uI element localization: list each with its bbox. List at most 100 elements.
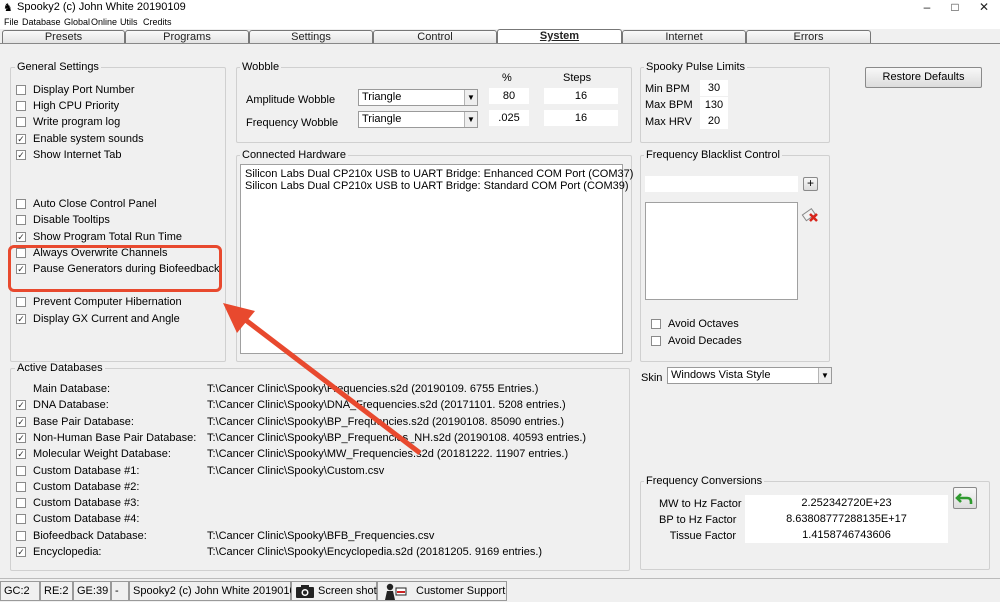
- setting-checkbox[interactable]: [16, 101, 26, 111]
- status-dash: -: [111, 581, 129, 601]
- restore-defaults-button[interactable]: Restore Defaults: [865, 67, 982, 88]
- status-ge: GE:39: [73, 581, 111, 601]
- database-checkbox[interactable]: ✓: [16, 449, 26, 460]
- annotation-highlight-box: [8, 245, 222, 292]
- avoid-octaves-checkbox[interactable]: [651, 319, 661, 329]
- database-label: Custom Database #4:: [33, 513, 140, 526]
- setting-label: Show Program Total Run Time: [33, 231, 182, 243]
- skin-select[interactable]: Windows Vista Style ▼: [667, 367, 832, 384]
- bp-to-hz-label: BP to Hz Factor: [659, 514, 737, 526]
- spooky2-window: ♞ Spooky2 (c) John White 20190109 – □ ✕ …: [0, 0, 1000, 602]
- setting-checkbox[interactable]: [16, 85, 26, 95]
- bp-to-hz-input[interactable]: 8.63808777288135E+17: [745, 511, 948, 527]
- tab-settings[interactable]: Settings: [249, 30, 373, 43]
- max-bpm-input[interactable]: 130: [700, 97, 728, 113]
- database-label: DNA Database:: [33, 399, 109, 412]
- tab-presets[interactable]: Presets: [2, 30, 125, 43]
- menu-database[interactable]: Database: [22, 16, 61, 29]
- amplitude-wobble-steps[interactable]: 16: [544, 88, 618, 104]
- close-button[interactable]: ✕: [971, 0, 997, 14]
- setting-checkbox[interactable]: [16, 199, 26, 209]
- database-checkbox[interactable]: [16, 481, 26, 492]
- database-checkbox[interactable]: [16, 498, 26, 509]
- skin-value: Windows Vista Style: [671, 369, 771, 381]
- blacklist-delete-button[interactable]: [800, 204, 820, 224]
- setting-checkbox[interactable]: [16, 215, 26, 225]
- setting-checkbox[interactable]: [16, 297, 26, 307]
- database-checkbox[interactable]: [16, 514, 26, 525]
- max-hrv-input[interactable]: 20: [700, 113, 728, 129]
- menu-utils[interactable]: Utils: [120, 16, 138, 29]
- maximize-button[interactable]: □: [942, 0, 968, 14]
- setting-label: Display Port Number: [33, 84, 135, 96]
- database-label: Non-Human Base Pair Database:: [33, 431, 197, 444]
- menu-online[interactable]: Online: [91, 16, 117, 29]
- mw-to-hz-label: MW to Hz Factor: [659, 498, 742, 510]
- amplitude-wobble-value: Triangle: [362, 91, 402, 103]
- blacklist-list[interactable]: [645, 202, 798, 300]
- database-checkbox[interactable]: ✓: [16, 547, 26, 557]
- database-checkbox[interactable]: [16, 530, 26, 541]
- tab-errors[interactable]: Errors: [746, 30, 871, 43]
- database-checkbox[interactable]: ✓: [16, 416, 26, 427]
- customer-support-button[interactable]: Customer Support: [377, 581, 507, 601]
- tissue-factor-input[interactable]: 1.4158746743606: [745, 527, 948, 543]
- setting-label: Prevent Computer Hibernation: [33, 296, 182, 308]
- menu-global[interactable]: Global: [64, 16, 90, 29]
- frequency-wobble-value: Triangle: [362, 113, 402, 125]
- blacklist-add-button[interactable]: +: [803, 177, 818, 191]
- screenshot-button[interactable]: Screen shot: [291, 581, 377, 601]
- tab-internet[interactable]: Internet: [622, 30, 746, 43]
- camera-icon: [296, 585, 314, 598]
- amplitude-wobble-select[interactable]: Triangle ▼: [358, 89, 478, 106]
- setting-checkbox[interactable]: [16, 117, 26, 127]
- max-bpm-label: Max BPM: [645, 99, 693, 111]
- chevron-down-icon: ▼: [818, 368, 831, 383]
- database-label: Main Database:: [33, 383, 111, 395]
- chevron-down-icon: ▼: [464, 90, 477, 105]
- tab-system[interactable]: System: [497, 29, 622, 44]
- blacklist-input[interactable]: [645, 176, 798, 192]
- setting-checkbox[interactable]: ✓: [16, 150, 26, 160]
- tab-programs[interactable]: Programs: [125, 30, 249, 43]
- setting-label: Enable system sounds: [33, 133, 144, 145]
- wobble-steps-header: Steps: [563, 72, 592, 84]
- screenshot-label: Screen shot: [318, 585, 377, 597]
- menu-credits[interactable]: Credits: [143, 16, 172, 29]
- database-label: Base Pair Database:: [33, 415, 134, 428]
- amplitude-wobble-percent[interactable]: 80: [489, 88, 529, 104]
- skin-label: Skin: [641, 372, 663, 384]
- minimize-button[interactable]: –: [914, 0, 940, 14]
- menu-file[interactable]: File: [4, 16, 19, 29]
- reset-conversions-button[interactable]: [953, 487, 977, 509]
- database-checkbox[interactable]: ✓: [16, 400, 26, 411]
- frequency-wobble-percent[interactable]: .025: [489, 110, 529, 126]
- database-label: Biofeedback Database:: [33, 529, 147, 542]
- setting-label: Show Internet Tab: [33, 149, 122, 161]
- app-icon: ♞: [3, 2, 13, 14]
- tab-control[interactable]: Control: [373, 30, 497, 43]
- customer-support-label: Customer Support: [416, 585, 506, 597]
- frequency-wobble-select[interactable]: Triangle ▼: [358, 111, 478, 128]
- frequency-wobble-steps[interactable]: 16: [544, 110, 618, 126]
- database-path: T:\Cancer Clinic\Spooky\Encyclopedia.s2d…: [207, 546, 543, 558]
- avoid-decades-checkbox[interactable]: [651, 336, 661, 346]
- database-label: Custom Database #2:: [33, 480, 140, 493]
- database-path: T:\Cancer Clinic\Spooky\BFB_Frequencies.…: [207, 529, 435, 542]
- min-bpm-input[interactable]: 30: [700, 80, 728, 96]
- support-person-icon: [385, 583, 407, 600]
- database-checkbox[interactable]: [16, 465, 26, 476]
- setting-checkbox[interactable]: ✓: [16, 314, 26, 324]
- database-checkbox[interactable]: ✓: [16, 432, 26, 443]
- annotation-arrow: [223, 303, 422, 455]
- general-settings-title: General Settings: [15, 61, 101, 73]
- setting-checkbox[interactable]: ✓: [16, 134, 26, 144]
- hardware-item[interactable]: Silicon Labs Dual CP210x USB to UART Bri…: [245, 168, 633, 180]
- wobble-percent-header: %: [502, 72, 512, 84]
- setting-label: Display GX Current and Angle: [33, 313, 180, 325]
- database-label: Custom Database #1:: [33, 464, 140, 477]
- setting-checkbox[interactable]: ✓: [16, 232, 26, 242]
- frequency-wobble-label: Frequency Wobble: [246, 117, 339, 129]
- hardware-item[interactable]: Silicon Labs Dual CP210x USB to UART Bri…: [245, 180, 629, 192]
- mw-to-hz-input[interactable]: 2.252342720E+23: [745, 495, 948, 511]
